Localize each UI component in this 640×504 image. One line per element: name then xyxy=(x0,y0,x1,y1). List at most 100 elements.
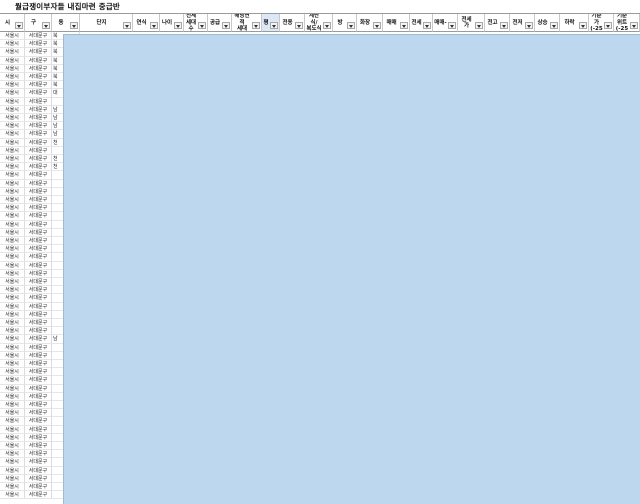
table-cell-district[interactable]: 서대문구 xyxy=(25,302,52,311)
table-cell-district[interactable]: 서대문구 xyxy=(25,138,52,147)
table-cell-city[interactable]: 서울시 xyxy=(0,327,25,336)
table-cell-district[interactable]: 서대문구 xyxy=(25,433,52,442)
table-cell-district[interactable]: 서대문구 xyxy=(25,81,52,90)
table-cell-city[interactable]: 서울시 xyxy=(0,368,25,377)
table-cell-district[interactable]: 서대문구 xyxy=(25,483,52,492)
table-cell-district[interactable]: 서대문구 xyxy=(25,32,52,41)
filter-dropdown-icon[interactable] xyxy=(270,22,278,29)
table-cell-district[interactable]: 서대문구 xyxy=(25,286,52,295)
table-cell-district[interactable]: 서대문구 xyxy=(25,204,52,213)
table-cell-city[interactable]: 서울시 xyxy=(0,130,25,139)
filter-dropdown-icon[interactable] xyxy=(174,22,182,29)
table-cell-city[interactable]: 서울시 xyxy=(0,179,25,188)
table-cell-district[interactable]: 서대문구 xyxy=(25,228,52,237)
column-header[interactable]: 연식 xyxy=(133,14,160,32)
table-cell-district[interactable]: 서대문구 xyxy=(25,196,52,205)
table-cell-district[interactable]: 서대문구 xyxy=(25,278,52,287)
table-cell-district[interactable]: 서대문구 xyxy=(25,56,52,65)
table-cell-district[interactable]: 서대문구 xyxy=(25,73,52,82)
table-cell-city[interactable]: 서울시 xyxy=(0,204,25,213)
table-cell-city[interactable]: 서울시 xyxy=(0,81,25,90)
filter-dropdown-icon[interactable] xyxy=(373,22,381,29)
table-cell-district[interactable]: 서대문구 xyxy=(25,155,52,164)
table-cell-district[interactable]: 서대문구 xyxy=(25,261,52,270)
table-cell-district[interactable]: 서대문구 xyxy=(25,212,52,221)
table-cell-district[interactable]: 서대문구 xyxy=(25,269,52,278)
table-cell-district[interactable]: 서대문구 xyxy=(25,450,52,459)
column-header[interactable]: 전용 xyxy=(280,14,305,32)
table-cell-district[interactable]: 서대문구 xyxy=(25,114,52,123)
table-cell-district[interactable]: 서대문구 xyxy=(25,97,52,106)
table-cell-city[interactable]: 서울시 xyxy=(0,155,25,164)
table-cell-district[interactable]: 서대문구 xyxy=(25,40,52,49)
column-header[interactable]: 공급 xyxy=(208,14,232,32)
table-cell-district[interactable]: 서대문구 xyxy=(25,187,52,196)
filter-dropdown-overlay[interactable] xyxy=(63,34,640,504)
table-cell-city[interactable]: 서울시 xyxy=(0,392,25,401)
filter-dropdown-icon[interactable] xyxy=(323,22,331,29)
table-cell-city[interactable]: 서울시 xyxy=(0,335,25,344)
table-cell-city[interactable]: 서울시 xyxy=(0,237,25,246)
filter-dropdown-icon[interactable] xyxy=(448,22,456,29)
column-header[interactable]: 하락 xyxy=(560,14,589,32)
table-cell-district[interactable]: 서대문구 xyxy=(25,327,52,336)
table-cell-district[interactable]: 서대문구 xyxy=(25,442,52,451)
column-header[interactable]: 평 xyxy=(262,14,280,32)
table-cell-district[interactable]: 서대문구 xyxy=(25,163,52,172)
filter-dropdown-icon[interactable] xyxy=(400,22,408,29)
table-cell-city[interactable]: 서울시 xyxy=(0,376,25,385)
table-cell-district[interactable]: 서대문구 xyxy=(25,392,52,401)
table-cell-city[interactable]: 서울시 xyxy=(0,319,25,328)
table-cell-city[interactable]: 서울시 xyxy=(0,122,25,131)
table-cell-city[interactable]: 서울시 xyxy=(0,278,25,287)
filter-dropdown-icon[interactable] xyxy=(630,22,638,29)
column-header[interactable]: 기준가 (-25 xyxy=(589,14,614,32)
filter-dropdown-icon[interactable] xyxy=(150,22,158,29)
column-header[interactable]: 전세 xyxy=(410,14,433,32)
table-cell-city[interactable]: 서울시 xyxy=(0,302,25,311)
column-header[interactable]: 매매 xyxy=(383,14,410,32)
table-cell-city[interactable]: 서울시 xyxy=(0,64,25,73)
table-cell-city[interactable]: 서울시 xyxy=(0,171,25,180)
table-cell-district[interactable]: 서대문구 xyxy=(25,491,52,500)
table-cell-city[interactable]: 서울시 xyxy=(0,466,25,475)
column-header[interactable]: 나이 xyxy=(160,14,184,32)
filter-dropdown-icon[interactable] xyxy=(252,22,260,29)
filter-dropdown-icon[interactable] xyxy=(423,22,431,29)
filter-dropdown-icon[interactable] xyxy=(347,22,355,29)
filter-dropdown-icon[interactable] xyxy=(604,22,612,29)
table-cell-city[interactable]: 서울시 xyxy=(0,474,25,483)
table-cell-city[interactable]: 서울시 xyxy=(0,114,25,123)
table-cell-district[interactable]: 서대문구 xyxy=(25,384,52,393)
table-cell-district[interactable]: 서대문구 xyxy=(25,245,52,254)
table-cell-district[interactable]: 서대문구 xyxy=(25,294,52,303)
column-header[interactable]: 전저 xyxy=(510,14,535,32)
column-header[interactable]: 기준위트 (-25 xyxy=(614,14,640,32)
column-header[interactable]: 화장 xyxy=(357,14,383,32)
table-cell-city[interactable]: 서울시 xyxy=(0,187,25,196)
table-cell-district[interactable]: 서대문구 xyxy=(25,310,52,319)
table-cell-city[interactable]: 서울시 xyxy=(0,56,25,65)
table-cell-district[interactable]: 서대문구 xyxy=(25,401,52,410)
table-cell-city[interactable]: 서울시 xyxy=(0,360,25,369)
filter-dropdown-icon[interactable] xyxy=(123,22,131,29)
table-cell-city[interactable]: 서울시 xyxy=(0,409,25,418)
table-cell-city[interactable]: 서울시 xyxy=(0,146,25,155)
table-cell-city[interactable]: 서울시 xyxy=(0,401,25,410)
filter-dropdown-icon[interactable] xyxy=(15,22,23,29)
table-cell-city[interactable]: 서울시 xyxy=(0,458,25,467)
table-cell-district[interactable]: 서대문구 xyxy=(25,319,52,328)
table-cell-district[interactable]: 서대문구 xyxy=(25,48,52,57)
filter-dropdown-icon[interactable] xyxy=(198,22,206,29)
table-cell-district[interactable]: 서대문구 xyxy=(25,179,52,188)
table-cell-city[interactable]: 서울시 xyxy=(0,417,25,426)
table-cell-city[interactable]: 서울시 xyxy=(0,294,25,303)
table-cell-city[interactable]: 서울시 xyxy=(0,286,25,295)
table-cell-district[interactable]: 서대문구 xyxy=(25,220,52,229)
table-cell-city[interactable]: 서울시 xyxy=(0,89,25,98)
table-cell-city[interactable]: 서울시 xyxy=(0,450,25,459)
table-cell-district[interactable]: 서대문구 xyxy=(25,458,52,467)
table-cell-district[interactable]: 서대문구 xyxy=(25,122,52,131)
table-cell-city[interactable]: 서울시 xyxy=(0,491,25,500)
table-cell-district[interactable]: 서대문구 xyxy=(25,360,52,369)
